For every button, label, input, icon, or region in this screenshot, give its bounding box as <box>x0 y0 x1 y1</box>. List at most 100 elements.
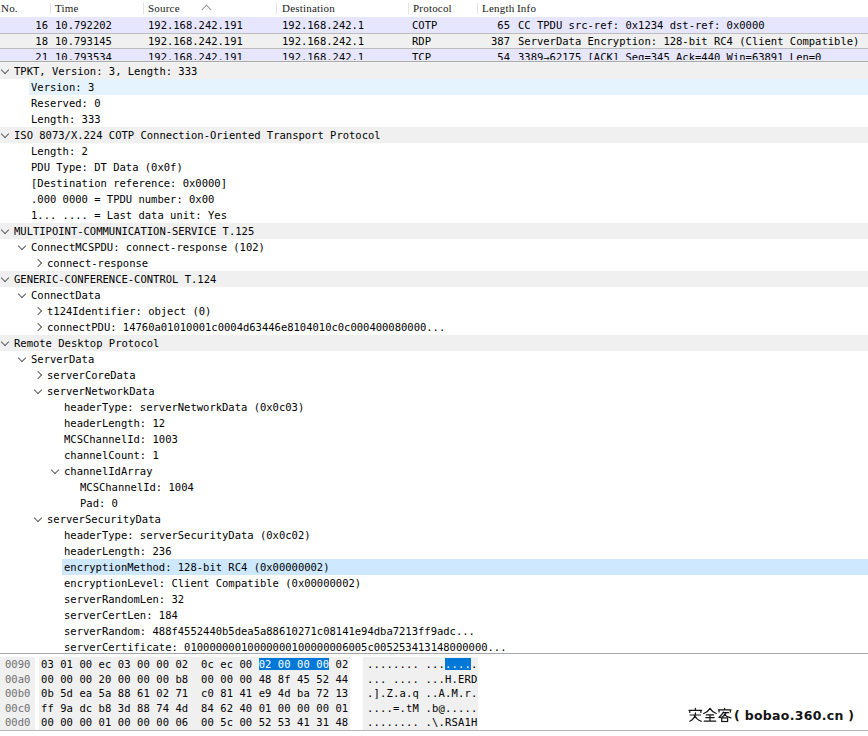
column-separator[interactable] <box>276 3 277 14</box>
column-header-info[interactable]: Info <box>517 2 536 14</box>
hex-row-00b0[interactable]: 00b0 0b 5d ea 5a 88 61 02 71 c0 81 41 e9 … <box>0 686 868 701</box>
tree-row[interactable]: Pad: 0 <box>0 495 868 511</box>
tree-row[interactable]: Remote Desktop Protocol <box>0 335 868 351</box>
tree-row[interactable]: [Destination reference: 0x0000] <box>0 175 868 191</box>
column-header-no[interactable]: No. <box>1 2 18 14</box>
column-header-time[interactable]: Time <box>55 2 79 14</box>
tree-row[interactable]: serverCertLen: 184 <box>0 607 868 623</box>
hex-ascii[interactable]: ........ ........ <box>367 657 478 672</box>
chevron-down-icon[interactable] <box>51 466 59 474</box>
hex-ascii[interactable]: ....=.tM .b@..... <box>367 701 478 716</box>
tree-row[interactable]: headerLength: 236 <box>0 543 868 559</box>
chevron-down-icon[interactable] <box>1 274 9 282</box>
column-separator[interactable] <box>477 3 478 14</box>
tree-row[interactable]: connectPDU: 14760a01010001c0004d63446e81… <box>0 319 868 335</box>
tree-row[interactable]: Reserved: 0 <box>0 95 868 111</box>
hex-bytes[interactable]: 00 00 00 20 00 00 00 b8 00 00 00 48 8f 4… <box>41 672 348 687</box>
tree-row[interactable]: encryptionMethod: 128-bit RC4 (0x0000000… <box>0 559 868 575</box>
tree-row[interactable]: ConnectMCSPDU: connect-response (102) <box>0 239 868 255</box>
column-separator[interactable] <box>50 3 51 14</box>
tree-row[interactable]: PDU Type: DT Data (0x0f) <box>0 159 868 175</box>
packet-row-16[interactable]: 1610.792202192.168.242.191192.168.242.1C… <box>0 17 868 33</box>
tree-row[interactable]: Length: 2 <box>0 143 868 159</box>
watermark: ( bobao.360.cn ) <box>688 704 854 726</box>
chevron-down-icon[interactable] <box>1 66 9 74</box>
chevron-right-icon[interactable] <box>34 259 42 267</box>
tree-row[interactable]: headerType: serverNetworkData (0x0c03) <box>0 399 868 415</box>
chevron-down-icon[interactable] <box>18 290 26 298</box>
tree-row[interactable]: ISO 8073/X.224 COTP Connection-Oriented … <box>0 127 868 143</box>
pane-splitter-bottom-line[interactable] <box>0 653 868 654</box>
tree-row-label: connectPDU: 14760a01010001c0004d63446e81… <box>47 319 445 335</box>
tree-row[interactable]: MULTIPOINT-COMMUNICATION-SERVICE T.125 <box>0 223 868 239</box>
hex-bytes[interactable]: 00 00 00 01 00 00 00 06 00 5c 00 52 53 4… <box>41 715 348 730</box>
tree-row[interactable]: MCSChannelId: 1004 <box>0 479 868 495</box>
packet-list-header: No. Time Source Destination Protocol LengthIn… <box>0 0 868 18</box>
hex-offset: 00c0 <box>5 701 30 716</box>
packet-list-pane: No. Time Source Destination Protocol LengthIn… <box>0 0 868 60</box>
column-header-length[interactable]: Length <box>482 2 514 14</box>
tree-row[interactable]: serverCertificate: 010000000100000001000… <box>0 639 868 652</box>
packet-cell-no: 18 <box>0 34 48 48</box>
chevron-right-icon[interactable] <box>34 307 42 315</box>
tree-row[interactable]: serverSecurityData <box>0 511 868 527</box>
hex-bytes[interactable]: 0b 5d ea 5a 88 61 02 71 c0 81 41 e9 4d b… <box>41 686 348 701</box>
tree-row[interactable]: connect-response <box>0 255 868 271</box>
tree-row[interactable]: ServerData <box>0 351 868 367</box>
hex-ascii[interactable]: ... .... ...H.ERD <box>367 672 478 687</box>
tree-row[interactable]: encryptionLevel: Client Compatible (0x00… <box>0 575 868 591</box>
tree-row[interactable]: Version: 3 <box>0 79 868 95</box>
chevron-down-icon[interactable] <box>1 226 9 234</box>
tree-row-label: TPKT, Version: 3, Length: 333 <box>14 63 197 79</box>
chevron-down-icon[interactable] <box>34 514 42 522</box>
tree-row[interactable]: channelCount: 1 <box>0 447 868 463</box>
tree-row[interactable]: serverRandom: 488f4552440b5dea5a88610271… <box>0 623 868 639</box>
tree-row[interactable]: ConnectData <box>0 287 868 303</box>
packet-row-18[interactable]: 1810.793145192.168.242.191192.168.242.1R… <box>0 33 868 49</box>
tree-row[interactable]: MCSChannelId: 1003 <box>0 431 868 447</box>
packet-cell-source: 192.168.242.191 <box>148 17 243 33</box>
packet-cell-destination: 192.168.242.1 <box>282 17 364 33</box>
tree-row[interactable]: t124Identifier: object (0) <box>0 303 868 319</box>
chevron-right-icon[interactable] <box>34 323 42 331</box>
column-header-source[interactable]: Source <box>148 2 180 14</box>
tree-row[interactable]: 1... .... = Last data unit: Yes <box>0 207 868 223</box>
chevron-right-icon[interactable] <box>34 371 42 379</box>
column-separator[interactable] <box>408 3 409 14</box>
tree-row-label: ConnectMCSPDU: connect-response (102) <box>31 239 265 255</box>
tree-row[interactable]: serverNetworkData <box>0 383 868 399</box>
chevron-down-icon[interactable] <box>1 130 9 138</box>
column-header-destination[interactable]: Destination <box>282 2 335 14</box>
tree-row[interactable]: headerLength: 12 <box>0 415 868 431</box>
chevron-down-icon[interactable] <box>18 242 26 250</box>
hex-bytes[interactable]: 03 01 00 ec 03 00 00 02 0c ec 00 02 00 0… <box>41 657 348 672</box>
tree-row[interactable]: channelIdArray <box>0 463 868 479</box>
hex-row-00a0[interactable]: 00a000 00 00 20 00 00 00 b8 00 00 00 48 … <box>0 672 868 687</box>
tree-row[interactable]: serverCoreData <box>0 367 868 383</box>
tree-row-label: connect-response <box>47 255 148 271</box>
chevron-down-icon[interactable] <box>1 338 9 346</box>
column-header-protocol[interactable]: Protocol <box>413 2 452 14</box>
packet-cell-time: 10.793534 <box>55 49 112 60</box>
chevron-down-icon[interactable] <box>18 354 26 362</box>
chevron-down-icon[interactable] <box>34 386 42 394</box>
hex-ascii[interactable]: ........ .\.RSA1H <box>367 715 478 730</box>
packet-cell-no: 21 <box>0 49 48 60</box>
tree-row[interactable]: headerType: serverSecurityData (0x0c02) <box>0 527 868 543</box>
tree-row[interactable]: GENERIC-CONFERENCE-CONTROL T.124 <box>0 271 868 287</box>
column-separator[interactable] <box>143 3 144 14</box>
hex-offset: 00b0 <box>5 686 30 701</box>
tree-row[interactable]: .000 0000 = TPDU number: 0x00 <box>0 191 868 207</box>
packet-cell-source: 192.168.242.191 <box>148 49 243 60</box>
tree-row[interactable]: TPKT, Version: 3, Length: 333 <box>0 63 868 79</box>
packet-row-21[interactable]: 2110.793534192.168.242.191192.168.242.1T… <box>0 49 868 60</box>
hex-ascii[interactable]: .].Z.a.q ..A.M.r. <box>367 686 478 701</box>
tree-row[interactable]: serverRandomLen: 32 <box>0 591 868 607</box>
tree-row-label: Pad: 0 <box>80 495 118 511</box>
hex-row-0090[interactable]: 009003 01 00 ec 03 00 00 02 0c ec 00 02 … <box>0 657 868 672</box>
tree-row-label: GENERIC-CONFERENCE-CONTROL T.124 <box>14 271 216 287</box>
tree-row[interactable]: Length: 333 <box>0 111 868 127</box>
packet-cell-source: 192.168.242.191 <box>148 34 243 48</box>
hex-bytes[interactable]: ff 9a dc b8 3d 88 74 4d 84 62 40 01 00 0… <box>41 701 348 716</box>
tree-row-label: serverCoreData <box>47 367 136 383</box>
